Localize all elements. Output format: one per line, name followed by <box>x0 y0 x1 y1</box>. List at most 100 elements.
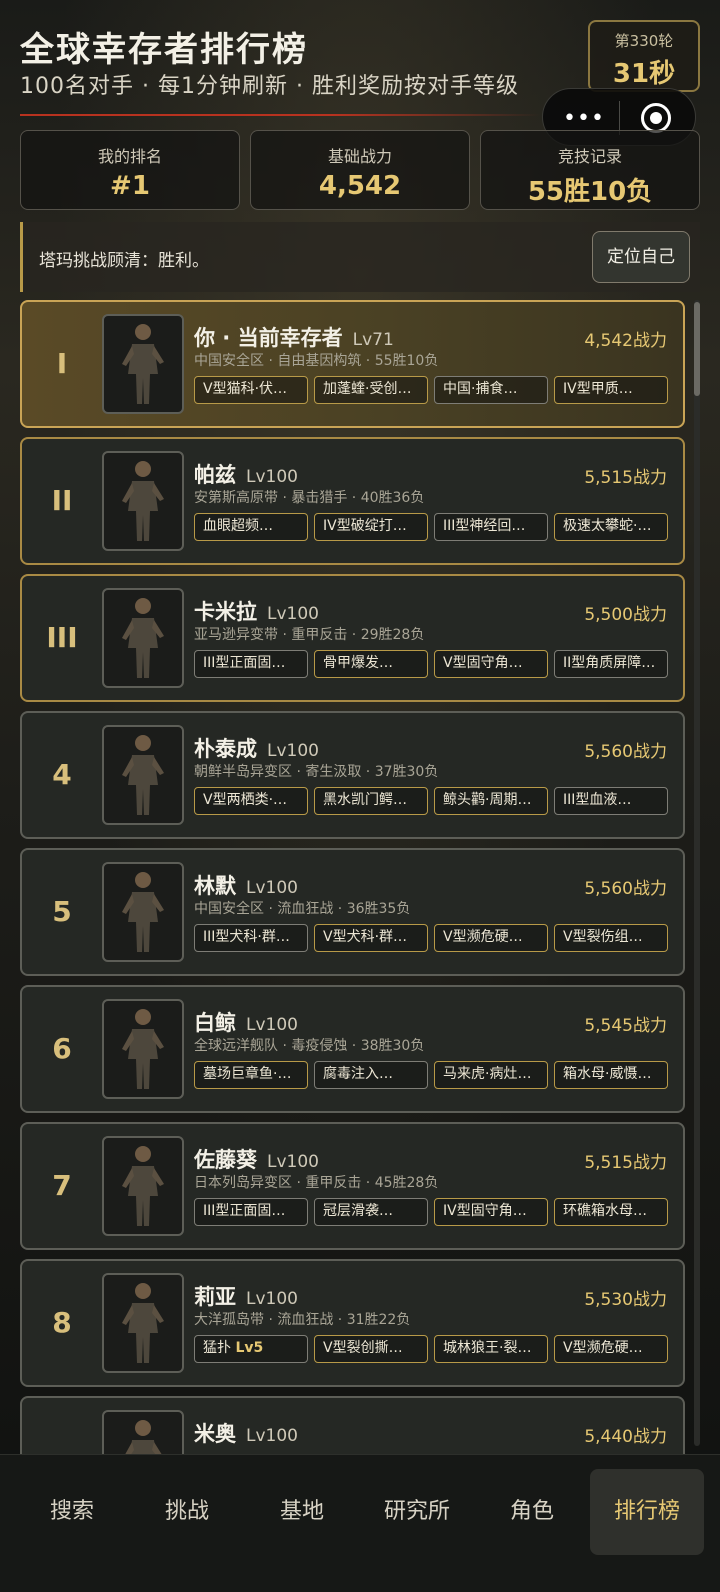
player-meta: 中国安全区 · 流血狂战 · 36胜35负 <box>194 901 411 917</box>
player-meta: 安第斯高原带 · 暴击猎手 · 40胜36负 <box>194 490 425 506</box>
skill-tag[interactable]: 马来虎·病灶… <box>434 1061 548 1089</box>
player-level: Lv100 <box>267 1152 319 1172</box>
skill-tag[interactable]: 中国·捕食… <box>434 376 548 404</box>
combat-power: 5,560战力 <box>584 742 667 762</box>
leaderboard-row[interactable]: 4 朴泰成 Lv100 5,560战力 朝鲜半岛异变区 · 寄生汲取 · 37胜30负 V… <box>20 711 685 839</box>
skill-tags: III型犬科·群… V型犬科·群… V型濒危硬… V型裂伤组… <box>194 924 674 954</box>
avatar <box>102 1410 184 1454</box>
nav-item[interactable]: 搜索 <box>15 1469 129 1555</box>
leaderboard-row[interactable]: 6 白鲸 Lv100 5,545战力 全球远洋舰队 · 毒疫侵蚀 · 38胜30负 墓场巨… <box>20 985 685 1113</box>
combat-power: 5,530战力 <box>584 1290 667 1310</box>
header-divider <box>20 114 540 116</box>
player-meta: 朝鲜半岛异变区 · 寄生汲取 · 37胜30负 <box>194 764 439 780</box>
leaderboard-row-self[interactable]: I 你 · 当前幸存者 Lv71 4,542战力 中国安全区 · 自由基因构筑 · 55… <box>20 300 685 428</box>
skill-tag[interactable]: V型犬科·群… <box>314 924 428 952</box>
skill-tag[interactable]: V型裂创撕… <box>314 1335 428 1363</box>
rank-number: 4 <box>52 758 72 791</box>
player-level: Lv100 <box>267 604 319 624</box>
rank-number: 7 <box>52 1169 72 1202</box>
bottom-nav: 搜索 挑战 基地 研究所 角色 排行榜 <box>0 1454 720 1592</box>
player-meta: 大洋孤岛带 · 流血狂战 · 31胜22负 <box>194 1312 411 1328</box>
skill-tag[interactable]: IV型破绽打… <box>314 513 428 541</box>
page-subtitle: 100名对手 · 每1分钟刷新 · 胜利奖励按对手等级 <box>20 74 519 99</box>
leaderboard-row[interactable]: II 帕兹 Lv100 5,515战力 安第斯高原带 · 暴击猎手 · 40胜36负 血眼… <box>20 437 685 565</box>
nav-item[interactable]: 基地 <box>245 1469 359 1555</box>
close-target-icon[interactable] <box>641 103 671 133</box>
skill-tag[interactable]: 极速太攀蛇·… <box>554 513 668 541</box>
skill-tag[interactable]: II型角质屏障… <box>554 650 668 678</box>
player-name: 莉亚 <box>194 1285 236 1309</box>
skill-tag[interactable]: 鲸头鹳·周期… <box>434 787 548 815</box>
skill-tag[interactable]: III型犬科·群… <box>194 924 308 952</box>
combat-power: 5,515战力 <box>584 468 667 488</box>
skill-tag[interactable]: 箱水母·威慑… <box>554 1061 668 1089</box>
leaderboard-list[interactable]: I 你 · 当前幸存者 Lv71 4,542战力 中国安全区 · 自由基因构筑 · 55… <box>0 300 720 1454</box>
skill-tag[interactable]: 骨甲爆发… <box>314 650 428 678</box>
stat-base-power: 基础战力 4,542 <box>250 130 470 210</box>
skill-tags: V型猫科·伏… 加蓬蝰·受创… 中国·捕食… IV型甲质… <box>194 376 674 406</box>
leaderboard-row[interactable]: 5 林默 Lv100 5,560战力 中国安全区 · 流血狂战 · 36胜35负 III型… <box>20 848 685 976</box>
character-silhouette <box>122 1283 164 1363</box>
player-level: Lv100 <box>246 878 298 898</box>
skill-tag[interactable]: 黑水凯门鳄… <box>314 787 428 815</box>
skill-tag[interactable]: V型濒危硬… <box>434 924 548 952</box>
player-name-line: 你 · 当前幸存者 Lv71 <box>194 322 394 352</box>
skill-tag[interactable]: 加蓬蝰·受创… <box>314 376 428 404</box>
nav-item[interactable]: 挑战 <box>130 1469 244 1555</box>
scrollbar-thumb[interactable] <box>694 302 700 396</box>
nav-item[interactable]: 角色 <box>475 1469 589 1555</box>
character-silhouette <box>122 735 164 815</box>
scrollbar-track[interactable] <box>694 300 700 1446</box>
rank-number: III <box>46 621 78 654</box>
avatar <box>102 999 184 1099</box>
round-countdown: 31秒 <box>612 59 676 89</box>
combat-power: 5,560战力 <box>584 879 667 899</box>
character-silhouette <box>122 461 164 541</box>
avatar <box>102 862 184 962</box>
locate-self-button[interactable]: 定位自己 <box>592 231 690 283</box>
skill-tag[interactable]: III型神经回… <box>434 513 548 541</box>
combat-power: 5,515战力 <box>584 1153 667 1173</box>
skill-tag[interactable]: V型固守角… <box>434 650 548 678</box>
rank-number: I <box>56 347 68 380</box>
stat-value: 55胜10负 <box>527 177 653 207</box>
skill-tag[interactable]: 猛扑 Lv5 <box>194 1335 308 1363</box>
skill-tag[interactable]: IV型固守角… <box>434 1198 548 1226</box>
rank-number: II <box>51 484 73 517</box>
character-silhouette <box>122 872 164 952</box>
player-level: Lv71 <box>352 330 394 350</box>
leaderboard-row[interactable]: 米奥 Lv100 5,440战力 <box>20 1396 685 1454</box>
nav-item[interactable]: 研究所 <box>360 1469 474 1555</box>
skill-tag[interactable]: V型猫科·伏… <box>194 376 308 404</box>
tag-level: Lv5 <box>235 1340 264 1356</box>
combat-power: 5,545战力 <box>584 1016 667 1036</box>
skill-tag[interactable]: 冠层滑袭… <box>314 1198 428 1226</box>
player-name: 米奥 <box>194 1422 236 1446</box>
player-name: 你 · 当前幸存者 <box>194 326 343 350</box>
skill-tag[interactable]: 环礁箱水母… <box>554 1198 668 1226</box>
skill-tag[interactable]: 腐毒注入… <box>314 1061 428 1089</box>
skill-tag[interactable]: V型裂伤组… <box>554 924 668 952</box>
avatar <box>102 451 184 551</box>
player-level: Lv100 <box>267 741 319 761</box>
skill-tag[interactable]: V型濒危硬… <box>554 1335 668 1363</box>
skill-tag[interactable]: III型正面固… <box>194 650 308 678</box>
skill-tag[interactable]: III型正面固… <box>194 1198 308 1226</box>
skill-tag[interactable]: IV型甲质… <box>554 376 668 404</box>
avatar <box>102 1273 184 1373</box>
nav-item[interactable]: 排行榜 <box>590 1469 704 1555</box>
player-name-line: 米奥 Lv100 <box>194 1418 298 1448</box>
skill-tag[interactable]: III型血液… <box>554 787 668 815</box>
round-timer: 第330轮 31秒 <box>588 20 700 92</box>
round-label: 第330轮 <box>614 32 674 50</box>
skill-tag[interactable]: 城林狼王·裂… <box>434 1335 548 1363</box>
player-level: Lv100 <box>246 1289 298 1309</box>
avatar <box>102 725 184 825</box>
leaderboard-row[interactable]: III 卡米拉 Lv100 5,500战力 亚马逊异变带 · 重甲反击 · 29胜28负… <box>20 574 685 702</box>
leaderboard-row[interactable]: 8 莉亚 Lv100 5,530战力 大洋孤岛带 · 流血狂战 · 31胜22负 猛扑 L… <box>20 1259 685 1387</box>
skill-tag[interactable]: 血眼超频… <box>194 513 308 541</box>
skill-tag[interactable]: V型两栖类·… <box>194 787 308 815</box>
skill-tag[interactable]: 墓场巨章鱼·… <box>194 1061 308 1089</box>
more-icon[interactable]: ••• <box>563 106 605 131</box>
leaderboard-row[interactable]: 7 佐藤葵 Lv100 5,515战力 日本列岛异变区 · 重甲反击 · 45胜28负 I… <box>20 1122 685 1250</box>
